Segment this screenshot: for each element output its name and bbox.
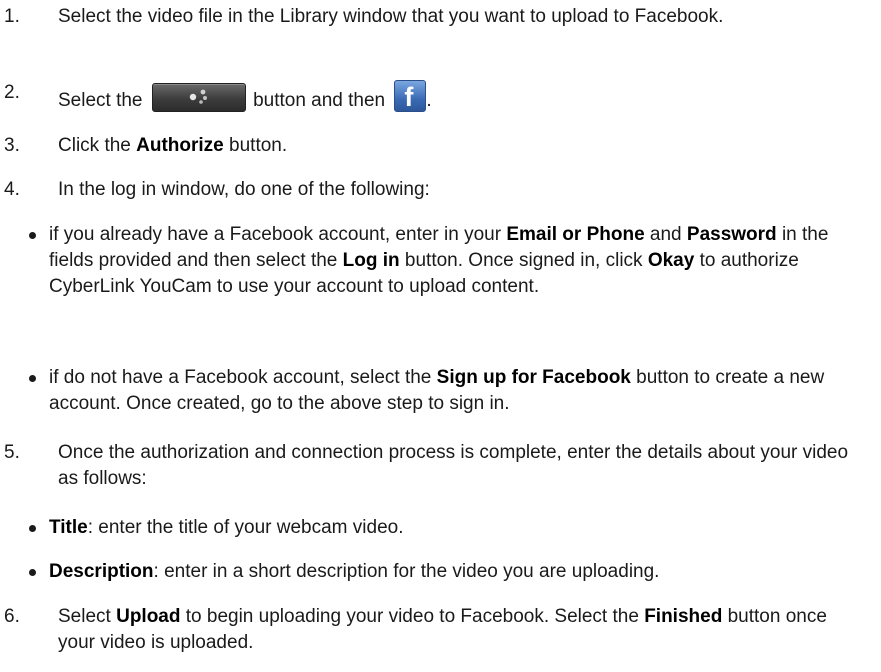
step-number: 2. xyxy=(4,82,20,103)
bullet-item: Description: enter in a short descriptio… xyxy=(0,559,880,585)
step-5: 5. Once the authorization and connection… xyxy=(0,440,880,492)
bullet-dot xyxy=(29,232,36,239)
step-number: 1. xyxy=(4,6,20,27)
ui-term: Upload xyxy=(116,606,181,627)
step-text: In the log in window, do one of the foll… xyxy=(58,179,430,200)
ui-term: Okay xyxy=(647,250,695,271)
bullet-text: Description: enter in a short descriptio… xyxy=(49,559,869,585)
step-text: Once the authorization and connection pr… xyxy=(58,442,849,489)
step-text: Select the video file in the Library win… xyxy=(58,6,724,27)
text-run: and xyxy=(644,224,687,245)
text-run: : enter the title of your webcam video. xyxy=(87,517,404,538)
step-4: 4. In the log in window, do one of the f… xyxy=(0,177,880,203)
text-run: Click the xyxy=(58,135,137,156)
field-name: Title xyxy=(49,517,88,538)
bullet-dot xyxy=(29,375,36,382)
bullet-item: if you already have a Facebook account, … xyxy=(0,222,880,300)
step-number: 5. xyxy=(4,442,20,463)
step-2: 2. Select the button and then f . xyxy=(0,80,880,114)
text-run: if you already have a Facebook account, … xyxy=(49,224,507,245)
bullet-text: Title: enter the title of your webcam vi… xyxy=(49,515,869,541)
ui-term: Email or Phone xyxy=(506,224,645,245)
bullet-text: if you already have a Facebook account, … xyxy=(49,222,869,300)
bullet-item: Title: enter the title of your webcam vi… xyxy=(0,515,880,541)
step-number: 3. xyxy=(4,135,20,156)
ui-term: Log in xyxy=(342,250,400,271)
text-run: if do not have a Facebook account, selec… xyxy=(49,367,437,388)
step-text: Select the button and then f . xyxy=(58,80,868,114)
text-run: Select xyxy=(58,606,117,627)
text-run: button. Once signed in, click xyxy=(399,250,648,271)
step-number: 4. xyxy=(4,179,20,200)
field-name: Description xyxy=(49,561,154,582)
bullet-text: if do not have a Facebook account, selec… xyxy=(49,365,869,417)
step-6: 6. Select Upload to begin uploading your… xyxy=(0,604,880,656)
step-number: 6. xyxy=(4,606,20,627)
ui-term: Password xyxy=(686,224,777,245)
facebook-icon: f xyxy=(404,82,414,112)
bullet-dot xyxy=(29,525,36,532)
facebook-button[interactable]: f xyxy=(394,80,427,112)
step-text-middle: button and then xyxy=(253,90,386,111)
step-text: Click the Authorize button. xyxy=(58,133,868,159)
ui-term: Sign up for Facebook xyxy=(436,367,631,388)
text-run: button. xyxy=(223,135,288,156)
step-text-before: Select the xyxy=(58,90,143,111)
share-button[interactable] xyxy=(151,83,246,112)
step-1: 1. Select the video file in the Library … xyxy=(0,4,880,30)
bullet-item: if do not have a Facebook account, selec… xyxy=(0,365,880,417)
text-run: to begin uploading your video to Faceboo… xyxy=(180,606,645,627)
step-text: Select Upload to begin uploading your vi… xyxy=(58,604,868,656)
bullet-dot xyxy=(29,569,36,576)
ui-term: Authorize xyxy=(136,135,224,156)
step-3: 3. Click the Authorize button. xyxy=(0,133,880,159)
ui-term: Finished xyxy=(644,606,723,627)
share-icon xyxy=(189,89,207,104)
text-run: : enter in a short description for the v… xyxy=(153,561,660,582)
step-text-after: . xyxy=(426,90,432,111)
